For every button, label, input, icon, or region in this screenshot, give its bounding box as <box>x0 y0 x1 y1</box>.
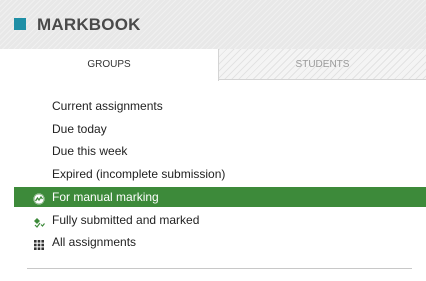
tab-students[interactable]: STUDENTS <box>219 49 426 80</box>
grid-icon <box>33 236 45 251</box>
menu-item-label: Fully submitted and marked <box>52 212 200 227</box>
menu-item-label: All assignments <box>52 235 137 250</box>
menu-item-label: Due this week <box>52 144 128 159</box>
menu-item-due-this-week[interactable]: Due this week <box>14 140 426 163</box>
menu-item-expired[interactable]: Expired (incomplete submission) <box>14 163 426 186</box>
tab-groups[interactable]: GROUPS <box>0 49 219 81</box>
markbook-header: MARKBOOK <box>0 0 426 49</box>
manual-marking-icon <box>33 191 45 205</box>
menu-item-all-assignments[interactable]: All assignments <box>14 231 426 254</box>
menu-item-label: For manual marking <box>52 189 159 204</box>
marked-icon <box>33 214 45 228</box>
page-title: MARKBOOK <box>37 15 141 34</box>
assignment-filter-menu: Current assignments Due today Due this w… <box>14 95 426 254</box>
divider <box>27 268 412 269</box>
menu-item-label: Current assignments <box>52 99 163 113</box>
tab-bar: GROUPS STUDENTS <box>0 49 426 81</box>
menu-item-label: Expired (incomplete submission) <box>52 167 226 182</box>
menu-item-fully-submitted[interactable]: Fully submitted and marked <box>14 209 426 232</box>
menu-item-for-manual-marking[interactable]: For manual marking <box>14 186 426 207</box>
header-accent-square <box>14 18 26 30</box>
menu-item-current-assignments[interactable]: Current assignments <box>14 95 426 118</box>
menu-item-label: Due today <box>52 121 107 136</box>
menu-item-due-today[interactable]: Due today <box>14 118 426 141</box>
